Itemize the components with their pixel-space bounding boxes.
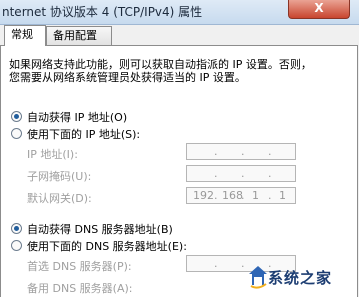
ip-address-label: IP 地址(I): xyxy=(27,148,78,161)
description-line-2: 您需要从网络系统管理员处获得适当的 IP 设置。 xyxy=(9,71,246,84)
auto-dns-label[interactable]: 自动获得 DNS 服务器地址(B) xyxy=(27,221,173,237)
preferred-dns-label: 首选 DNS 服务器(P): xyxy=(27,260,132,273)
house-logo-icon xyxy=(249,266,267,289)
ip-address-field[interactable]: ... xyxy=(186,143,296,160)
description-text: 如果网络支持此功能，则可以获取自动指派的 IP 设置。否则， 您需要从网络系统管… xyxy=(9,58,349,84)
auto-ip-radio[interactable] xyxy=(11,111,22,122)
manual-ip-label[interactable]: 使用下面的 IP 地址(S): xyxy=(27,126,140,142)
subnet-mask-field[interactable]: ... xyxy=(186,165,296,182)
tab-alternate-config[interactable]: 备用配置 xyxy=(46,26,112,45)
site-watermark: 系统之家 xyxy=(248,262,356,292)
window-title: nternet 协议版本 4 (TCP/IPv4) 属性 xyxy=(2,5,203,19)
gateway-octet-3: 1 xyxy=(252,189,259,202)
title-bar: nternet 协议版本 4 (TCP/IPv4) 属性 X xyxy=(0,0,359,25)
alternate-dns-label: 备用 DNS 服务器(A): xyxy=(27,282,133,295)
gateway-octet-1: 192 xyxy=(193,189,214,202)
description-line-1: 如果网络支持此功能，则可以获取自动指派的 IP 设置。否则， xyxy=(9,58,312,71)
gateway-octet-4: 1 xyxy=(279,189,286,202)
watermark-text: 系统之家 xyxy=(268,269,333,287)
default-gateway-field[interactable]: 192 . 168 . 1 . 1 xyxy=(186,187,296,204)
tab-general[interactable]: 常规 xyxy=(4,25,46,46)
close-button[interactable]: X xyxy=(288,0,350,19)
manual-dns-radio[interactable] xyxy=(11,240,22,251)
default-gateway-label: 默认网关(D): xyxy=(27,192,92,205)
gateway-octet-2: 168 xyxy=(222,189,243,202)
subnet-mask-label: 子网掩码(U): xyxy=(27,170,92,183)
auto-ip-label[interactable]: 自动获得 IP 地址(O) xyxy=(27,109,127,125)
auto-dns-radio[interactable] xyxy=(11,223,22,234)
manual-dns-label[interactable]: 使用下面的 DNS 服务器地址(E): xyxy=(27,238,187,254)
general-panel: 如果网络支持此功能，则可以获取自动指派的 IP 设置。否则， 您需要从网络系统管… xyxy=(0,45,358,297)
manual-ip-radio[interactable] xyxy=(11,128,22,139)
